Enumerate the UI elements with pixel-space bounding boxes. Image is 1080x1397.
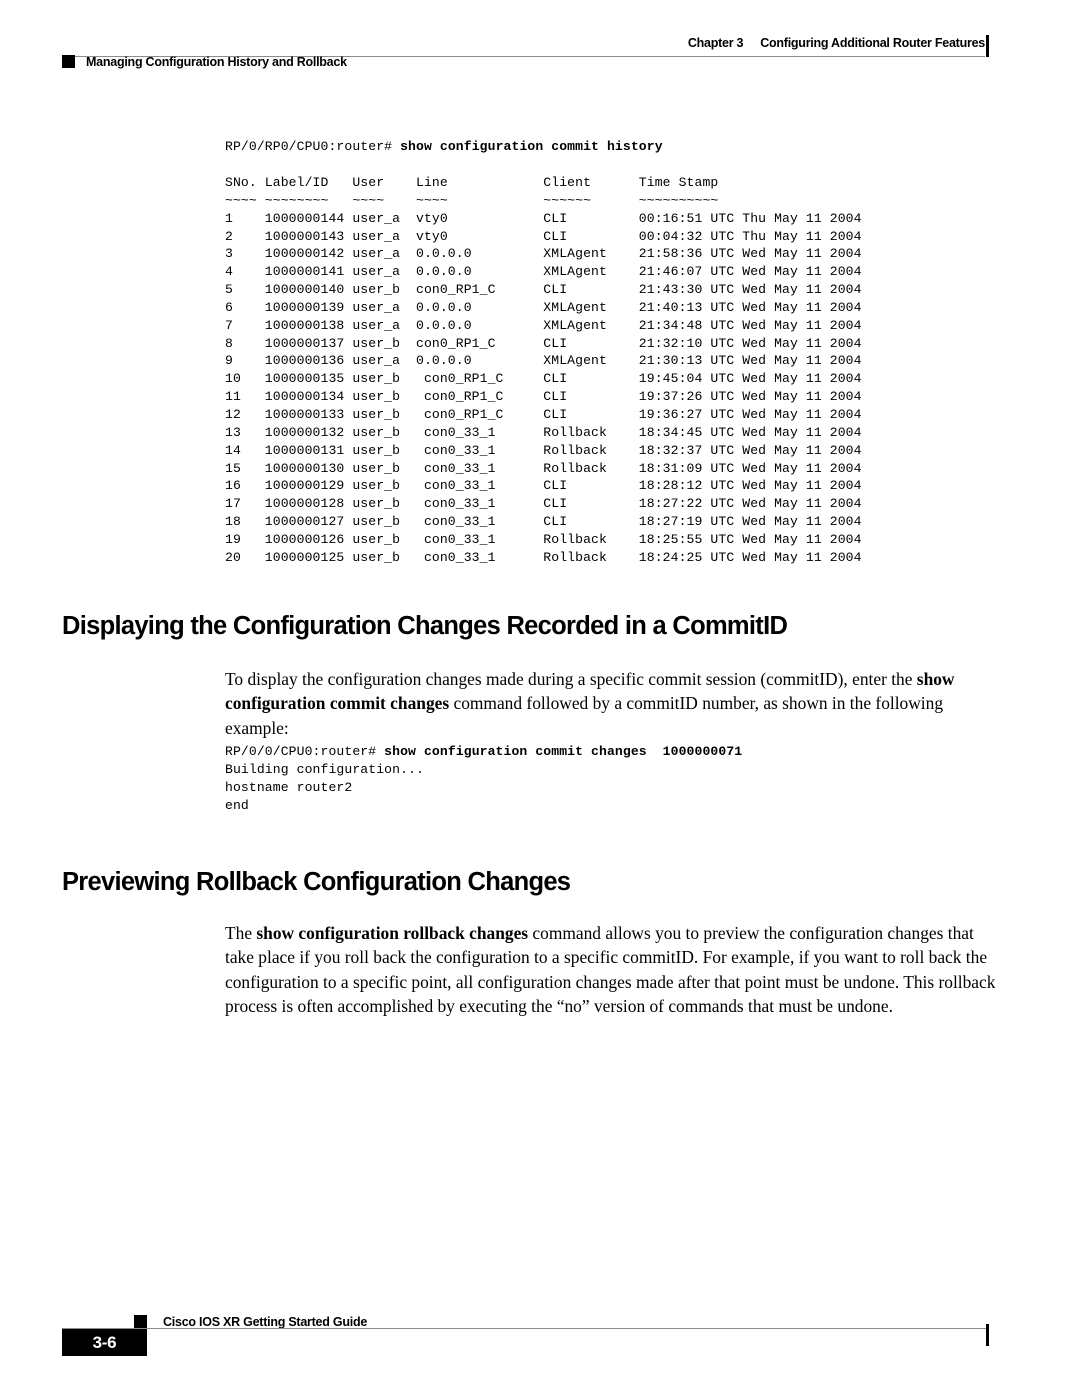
footer-guide-title: Cisco IOS XR Getting Started Guide bbox=[163, 1315, 368, 1329]
code-block-commit-history-table: SNo. Label/ID User Line Client Time Stam… bbox=[225, 175, 862, 565]
code-prompt-2: RP/0/0/CPU0:router# bbox=[225, 744, 385, 759]
header-chapter-label: Chapter 3 bbox=[687, 36, 744, 50]
code-prompt: RP/0/RP0/CPU0:router# bbox=[225, 139, 401, 154]
header-bullet-square-icon bbox=[62, 55, 75, 68]
code-block-commit-changes: RP/0/0/CPU0:router# show configuration c… bbox=[225, 743, 742, 814]
paragraph-rollback-text1: The bbox=[225, 923, 257, 943]
paragraph-commitid-text1: To display the configuration changes mad… bbox=[225, 669, 917, 689]
paragraph-rollback: The show configuration rollback changes … bbox=[225, 921, 1005, 1018]
code-block-commit-history: RP/0/RP0/CPU0:router# show configuration… bbox=[225, 138, 663, 156]
header-chapter-line: Chapter 3 Configuring Additional Router … bbox=[688, 36, 985, 50]
page-header: Chapter 3 Configuring Additional Router … bbox=[0, 0, 1080, 90]
code-output-line-2: hostname router2 bbox=[225, 779, 353, 795]
code-output-line-3: end bbox=[225, 797, 249, 813]
paragraph-commitid: To display the configuration changes mad… bbox=[225, 667, 1000, 740]
header-end-tick bbox=[986, 35, 989, 57]
footer-end-tick bbox=[986, 1324, 989, 1346]
code-output-line-1: Building configuration... bbox=[225, 761, 424, 777]
section-heading-rollback: Previewing Rollback Configuration Change… bbox=[62, 868, 571, 896]
code-command: show configuration commit history bbox=[400, 139, 663, 154]
paragraph-rollback-bold-command: show configuration rollback changes bbox=[256, 923, 529, 943]
page-footer: Cisco IOS XR Getting Started Guide 3-6 bbox=[0, 1290, 1080, 1370]
section-heading-commitid: Displaying the Configuration Changes Rec… bbox=[62, 612, 788, 640]
header-chapter-title: Configuring Additional Router Features bbox=[760, 36, 985, 50]
footer-rule bbox=[62, 1328, 987, 1329]
header-running-section: Managing Configuration History and Rollb… bbox=[86, 55, 347, 69]
footer-bullet-square-icon bbox=[134, 1315, 147, 1328]
code-command-2: show configuration commit changes 100000… bbox=[384, 744, 743, 759]
footer-page-number: 3-6 bbox=[92, 1332, 117, 1352]
